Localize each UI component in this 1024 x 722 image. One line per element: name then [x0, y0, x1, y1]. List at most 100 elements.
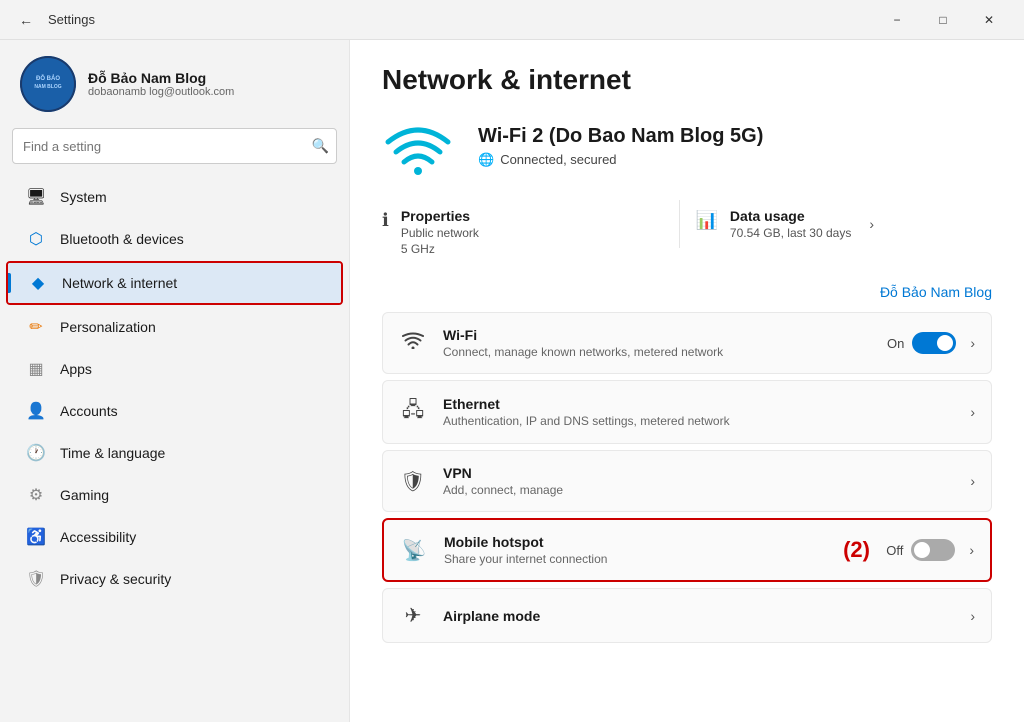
airplane-icon: ✈	[399, 603, 427, 628]
sidebar-item-personalization[interactable]: ✏ Personalization	[6, 307, 343, 347]
page-title: Network & internet	[382, 64, 992, 96]
accounts-icon: 👤	[26, 401, 46, 421]
network-icon: ◆	[28, 273, 48, 293]
system-icon: 🖥	[26, 187, 46, 207]
setting-row-hotspot[interactable]: 📡 Mobile hotspot Share your internet con…	[382, 518, 992, 582]
airplane-row-right: ›	[964, 608, 975, 624]
maximize-button[interactable]: □	[920, 4, 966, 36]
main-container: ĐỖ BẢO NAM BLOG Đỗ Bảo Nam Blog dobaonam…	[0, 40, 1024, 722]
window-controls: − □ ✕	[874, 4, 1012, 36]
profile-info: Đỗ Bảo Nam Blog dobaonamb log@outlook.co…	[88, 70, 234, 98]
hotspot-icon: 📡	[400, 538, 428, 563]
sidebar-item-network[interactable]: ◆ Network & internet	[8, 263, 341, 303]
accessibility-icon: ♿	[26, 527, 46, 547]
sidebar-item-label: Accessibility	[60, 529, 136, 545]
wifi-row-desc: Connect, manage known networks, metered …	[443, 345, 887, 359]
wifi-row-title: Wi-Fi	[443, 327, 887, 343]
wifi-name: Wi-Fi 2 (Do Bao Nam Blog 5G)	[478, 125, 763, 148]
profile-email: dobaonamb log@outlook.com	[88, 86, 234, 98]
back-button[interactable]: ←	[12, 6, 40, 34]
setting-row-airplane[interactable]: ✈ Airplane mode ›	[382, 588, 992, 643]
sidebar-item-label: Privacy & security	[60, 571, 171, 587]
data-usage-detail: 70.54 GB, last 30 days	[730, 226, 851, 240]
wifi-toggle[interactable]	[912, 332, 956, 354]
sidebar: ĐỖ BẢO NAM BLOG Đỗ Bảo Nam Blog dobaonam…	[0, 40, 350, 722]
airplane-title: Airplane mode	[443, 608, 964, 624]
sidebar-item-apps[interactable]: ▦ Apps	[6, 349, 343, 389]
avatar-image: ĐỖ BẢO NAM BLOG	[20, 56, 76, 112]
wifi-large-icon	[382, 116, 454, 176]
content-area: Network & internet Wi-Fi 2 (Do Bao Nam B…	[350, 40, 1024, 722]
prop-text-datausage: Data usage 70.54 GB, last 30 days	[730, 208, 851, 240]
wifi-row-icon	[399, 331, 427, 355]
setting-row-vpn[interactable]: 🛡 VPN Add, connect, manage ›	[382, 450, 992, 512]
globe-icon: 🌐	[478, 152, 494, 168]
blog-link[interactable]: Đỗ Bảo Nam Blog	[382, 284, 992, 300]
ethernet-title: Ethernet	[443, 396, 964, 412]
minimize-button[interactable]: −	[874, 4, 920, 36]
data-usage-label: Data usage	[730, 208, 851, 224]
time-icon: 🕐	[26, 443, 46, 463]
sidebar-item-gaming[interactable]: ⚙ Gaming	[6, 475, 343, 515]
sidebar-item-label: Network & internet	[62, 275, 177, 291]
wifi-row-text: Wi-Fi Connect, manage known networks, me…	[443, 327, 887, 359]
sidebar-item-label: System	[60, 189, 107, 205]
properties-block[interactable]: ℹ Properties Public network 5 GHz	[382, 200, 679, 264]
properties-label: Properties	[401, 208, 479, 224]
bluetooth-icon: ⬡	[26, 229, 46, 249]
sidebar-item-bluetooth[interactable]: ⬡ Bluetooth & devices	[6, 219, 343, 259]
wifi-row-right: On ›	[887, 332, 975, 354]
data-usage-icon: 📊	[696, 210, 718, 231]
search-button[interactable]: 🔍	[312, 138, 329, 155]
close-button[interactable]: ✕	[966, 4, 1012, 36]
data-usage-chevron: ›	[869, 216, 874, 232]
sidebar-item-accounts[interactable]: 👤 Accounts	[6, 391, 343, 431]
sidebar-item-privacy[interactable]: 🛡 Privacy & security	[6, 559, 343, 599]
ethernet-chevron: ›	[970, 404, 975, 420]
vpn-title: VPN	[443, 465, 964, 481]
avatar: ĐỖ BẢO NAM BLOG	[20, 56, 76, 112]
setting-row-wifi[interactable]: Wi-Fi Connect, manage known networks, me…	[382, 312, 992, 374]
ethernet-row-right: ›	[964, 404, 975, 420]
sidebar-item-system[interactable]: 🖥 System	[6, 177, 343, 217]
vpn-icon: 🛡	[399, 469, 427, 494]
vpn-row-text: VPN Add, connect, manage	[443, 465, 964, 497]
airplane-chevron: ›	[970, 608, 975, 624]
back-icon: ←	[19, 12, 33, 28]
sidebar-item-time[interactable]: 🕐 Time & language	[6, 433, 343, 473]
hotspot-chevron: ›	[969, 542, 974, 558]
wifi-chevron: ›	[970, 335, 975, 351]
privacy-icon: 🛡	[26, 569, 46, 589]
hotspot-row-right: Off ›	[886, 539, 974, 561]
sidebar-item-accessibility[interactable]: ♿ Accessibility	[6, 517, 343, 557]
wifi-status-text: Connected, secured	[500, 152, 616, 167]
hotspot-toggle[interactable]	[911, 539, 955, 561]
annotation-2: (2)	[843, 537, 870, 563]
profile-section: ĐỖ BẢO NAM BLOG Đỗ Bảo Nam Blog dobaonam…	[0, 40, 349, 124]
search-input[interactable]	[12, 128, 337, 164]
app-title: Settings	[48, 12, 95, 27]
hotspot-title: Mobile hotspot	[444, 534, 886, 550]
wifi-hero: Wi-Fi 2 (Do Bao Nam Blog 5G) 🌐 Connected…	[382, 116, 992, 176]
prop-text-properties: Properties Public network 5 GHz	[401, 208, 479, 256]
wifi-toggle-label: On	[887, 336, 904, 351]
data-usage-block[interactable]: 📊 Data usage 70.54 GB, last 30 days ›	[679, 200, 993, 248]
properties-row: ℹ Properties Public network 5 GHz 📊 Data…	[382, 200, 992, 264]
profile-name: Đỗ Bảo Nam Blog	[88, 70, 234, 86]
sidebar-item-label: Accounts	[60, 403, 118, 419]
wifi-info: Wi-Fi 2 (Do Bao Nam Blog 5G) 🌐 Connected…	[478, 125, 763, 168]
hotspot-row-text: Mobile hotspot Share your internet conne…	[444, 534, 886, 566]
apps-icon: ▦	[26, 359, 46, 379]
sidebar-item-label: Time & language	[60, 445, 165, 461]
hotspot-toggle-label: Off	[886, 543, 903, 558]
setting-row-ethernet[interactable]: 🖧 Ethernet Authentication, IP and DNS se…	[382, 380, 992, 444]
search-box: 🔍	[12, 128, 337, 164]
ethernet-desc: Authentication, IP and DNS settings, met…	[443, 414, 964, 428]
gaming-icon: ⚙	[26, 485, 46, 505]
titlebar: ← Settings − □ ✕	[0, 0, 1024, 40]
info-icon: ℹ	[382, 210, 389, 231]
sidebar-item-label: Bluetooth & devices	[60, 231, 184, 247]
personalization-icon: ✏	[26, 317, 46, 337]
ethernet-row-text: Ethernet Authentication, IP and DNS sett…	[443, 396, 964, 428]
wifi-status: 🌐 Connected, secured	[478, 152, 763, 168]
